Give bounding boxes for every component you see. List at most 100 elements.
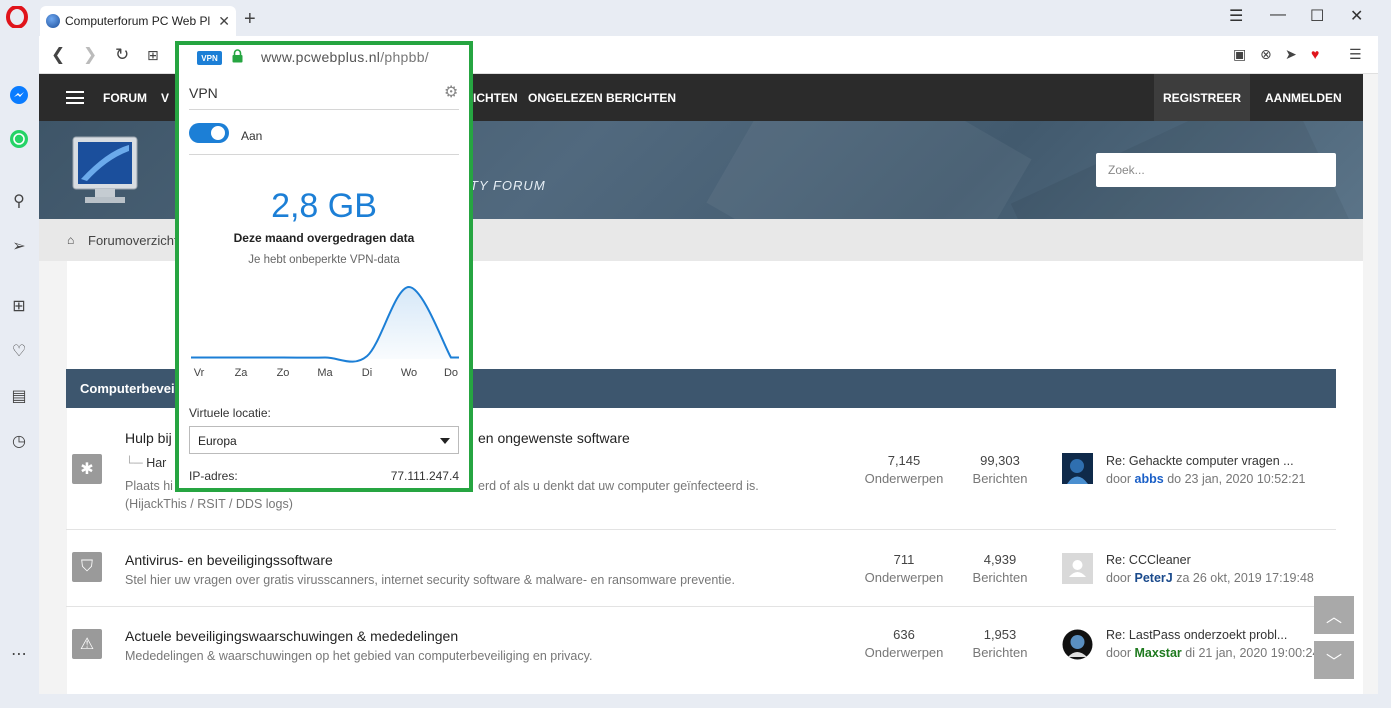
day-label: Wo bbox=[400, 367, 418, 379]
last-post-user[interactable]: abbs bbox=[1135, 472, 1164, 486]
vpn-title: VPN bbox=[189, 85, 218, 101]
ip-value: 77.111.247.4 bbox=[390, 469, 459, 483]
location-label: Virtuele locatie: bbox=[189, 406, 271, 420]
site-favicon-icon bbox=[46, 14, 60, 28]
last-post-title[interactable]: Re: CCCleaner bbox=[1106, 551, 1314, 569]
bug-icon: ✱ bbox=[72, 454, 102, 484]
tab-menu-icon[interactable]: ☰ bbox=[1229, 6, 1243, 26]
vpn-toggle-label: Aan bbox=[241, 129, 263, 143]
posts-count: 4,939 Berichten bbox=[972, 552, 1028, 585]
topics-count: 636 Onderwerpen bbox=[864, 627, 944, 660]
tab-title: Computerforum PC Web Pl bbox=[65, 14, 211, 28]
data-amount-label: Deze maand overgedragen data bbox=[233, 231, 415, 245]
snapshot-icon[interactable]: ▣ bbox=[1233, 46, 1246, 63]
forum-title-cont[interactable]: en ongewenste software bbox=[478, 430, 630, 446]
forum-title[interactable]: Hulp bij bbox=[125, 430, 172, 446]
location-select[interactable]: Europa bbox=[189, 426, 459, 454]
adblock-icon[interactable]: ⊗ bbox=[1260, 46, 1272, 63]
url-text[interactable]: www.pcwebplus.nl/phpbb/ bbox=[261, 49, 429, 65]
window-border-bottom bbox=[0, 694, 1391, 708]
breadcrumb-forumoverzicht[interactable]: Forumoverzicht bbox=[88, 233, 178, 248]
minimize-icon[interactable]: — bbox=[1270, 6, 1286, 24]
nav-forum[interactable]: FORUM bbox=[103, 91, 147, 105]
login-button[interactable]: AANMELDEN bbox=[1265, 91, 1342, 105]
day-label: Vr bbox=[193, 367, 205, 379]
home-icon[interactable]: ⌂ bbox=[67, 233, 74, 247]
easy-setup-icon[interactable]: ☰ bbox=[1349, 46, 1362, 63]
lock-icon[interactable] bbox=[232, 49, 243, 63]
vpn-popup: VPN www.pcwebplus.nl/phpbb/ VPN ⚙ Aan 2,… bbox=[175, 41, 473, 492]
forum-desc-2: (HijackThis / RSIT / DDS logs) bbox=[125, 497, 293, 511]
forum-desc: Stel hier uw vragen over gratis virussca… bbox=[125, 573, 735, 587]
tab-computerforum[interactable]: Computerforum PC Web Pl ✕ bbox=[40, 6, 236, 36]
news-icon[interactable]: ▤ bbox=[8, 385, 30, 407]
popup-address: VPN www.pcwebplus.nl/phpbb/ bbox=[179, 45, 469, 71]
last-post: Re: LastPass onderzoekt probl... door Ma… bbox=[1106, 626, 1320, 660]
last-post-title[interactable]: Re: LastPass onderzoekt probl... bbox=[1106, 626, 1319, 644]
last-post-title[interactable]: Re: Gehackte computer vragen ... bbox=[1106, 452, 1306, 470]
posts-count: 99,303 Berichten bbox=[972, 453, 1028, 486]
scroll-down-button[interactable]: ﹀ bbox=[1314, 641, 1354, 679]
scroll-up-button[interactable]: ︿ bbox=[1314, 596, 1354, 634]
day-label: Do bbox=[443, 367, 459, 379]
divider bbox=[189, 109, 459, 110]
last-post-user[interactable]: PeterJ bbox=[1135, 571, 1173, 585]
warning-icon: ⚠ bbox=[72, 629, 102, 659]
last-post: Re: CCCleaner door PeterJ za 26 okt, 201… bbox=[1106, 551, 1314, 585]
more-icon[interactable]: ⋯ bbox=[8, 643, 30, 665]
search-input[interactable]: Zoek... bbox=[1096, 153, 1336, 187]
opera-menu-icon[interactable] bbox=[6, 6, 28, 28]
send-icon[interactable]: ➤ bbox=[1285, 46, 1297, 63]
forum-title[interactable]: Antivirus- en beveiligingssoftware bbox=[125, 552, 333, 568]
forum-desc: Mededelingen & waarschuwingen op het geb… bbox=[125, 649, 593, 663]
whatsapp-icon[interactable] bbox=[8, 128, 30, 150]
vpn-badge-icon[interactable]: VPN bbox=[197, 51, 222, 65]
gear-icon[interactable]: ⚙ bbox=[444, 82, 458, 102]
forum-title[interactable]: Actuele beveiligingswaarschuwingen & med… bbox=[125, 628, 458, 644]
new-tab-icon[interactable]: + bbox=[244, 8, 256, 31]
day-label: Ma bbox=[317, 367, 333, 379]
back-icon[interactable]: ❮ bbox=[51, 45, 65, 65]
sidebar: ⚲ ➢ ⊞ ♡ ▤ ◷ ⋯ bbox=[0, 36, 39, 708]
usage-graph bbox=[191, 285, 459, 363]
hamburger-icon[interactable] bbox=[66, 91, 84, 104]
posts-count: 1,953 Berichten bbox=[972, 627, 1028, 660]
reload-icon[interactable]: ↻ bbox=[115, 45, 129, 65]
messenger-icon[interactable] bbox=[8, 84, 30, 106]
last-post: Re: Gehackte computer vragen ... door ab… bbox=[1106, 452, 1306, 486]
register-button[interactable]: REGISTREER bbox=[1154, 74, 1250, 121]
search-icon[interactable]: ⚲ bbox=[8, 190, 30, 212]
shield-icon: ⛉ bbox=[72, 552, 102, 582]
day-label: Zo bbox=[276, 367, 290, 379]
avatar[interactable] bbox=[1062, 553, 1093, 584]
avatar[interactable] bbox=[1062, 629, 1093, 660]
heart-icon[interactable]: ♥ bbox=[1311, 46, 1319, 62]
site-logo[interactable] bbox=[67, 131, 149, 209]
speed-dial-icon[interactable]: ⊞ bbox=[8, 295, 30, 317]
history-icon[interactable]: ◷ bbox=[8, 430, 30, 452]
forum-row: ⛉ Antivirus- en beveiligingssoftware Ste… bbox=[66, 530, 1336, 607]
nav-partial[interactable]: V bbox=[161, 91, 169, 105]
bookmarks-icon[interactable]: ♡ bbox=[8, 340, 30, 362]
chevron-down-icon bbox=[440, 438, 450, 444]
scrollbar[interactable] bbox=[1363, 74, 1378, 694]
forward-icon[interactable]: ❯ bbox=[83, 45, 97, 65]
day-label: Za bbox=[234, 367, 248, 379]
topics-count: 711 Onderwerpen bbox=[864, 552, 944, 585]
divider bbox=[189, 154, 459, 155]
last-post-user[interactable]: Maxstar bbox=[1135, 646, 1182, 660]
nav-ongelezen[interactable]: ONGELEZEN BERICHTEN bbox=[528, 91, 676, 105]
maximize-icon[interactable]: ☐ bbox=[1310, 6, 1324, 26]
usage-area bbox=[191, 286, 459, 362]
send-icon[interactable]: ➢ bbox=[8, 235, 30, 257]
speed-dial-icon[interactable]: ⊞ bbox=[147, 47, 159, 64]
avatar[interactable] bbox=[1062, 453, 1093, 484]
nav-berichten[interactable]: ICHTEN bbox=[473, 91, 518, 105]
close-window-icon[interactable]: ✕ bbox=[1350, 6, 1363, 26]
window-border-right bbox=[1378, 36, 1391, 708]
tab-close-icon[interactable]: ✕ bbox=[218, 13, 230, 30]
day-label: Di bbox=[361, 367, 373, 379]
subforum-link[interactable]: Har bbox=[146, 456, 166, 470]
vpn-toggle[interactable] bbox=[189, 123, 229, 143]
forum-row: ⚠ Actuele beveiligingswaarschuwingen & m… bbox=[66, 607, 1336, 694]
